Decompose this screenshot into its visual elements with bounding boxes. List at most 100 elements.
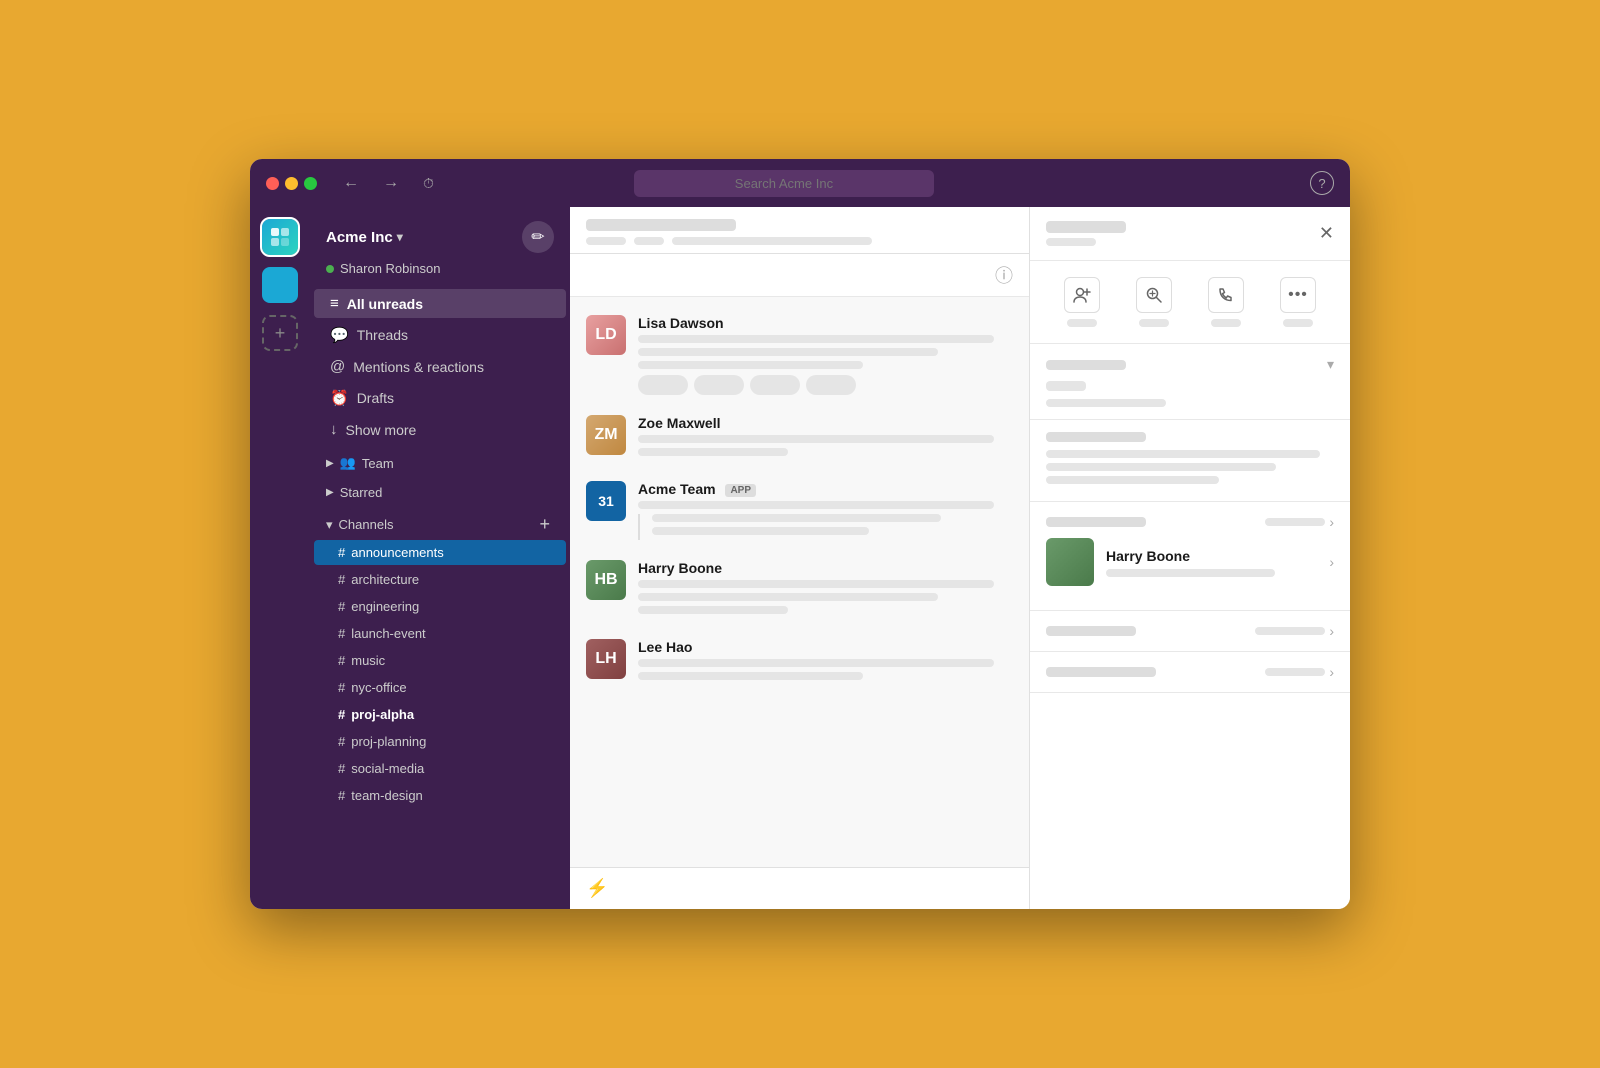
skeleton <box>1046 476 1219 484</box>
starred-label: Starred <box>340 485 383 500</box>
message-content-zoe: Zoe Maxwell <box>638 415 1013 461</box>
maximize-traffic-light[interactable] <box>304 177 317 190</box>
skeleton <box>1046 667 1156 677</box>
chevron-right-icon: › <box>1329 554 1334 570</box>
channel-hash-icon: # <box>338 572 345 587</box>
message-content-lee: Lee Hao <box>638 639 1013 685</box>
right-header-skeleton-2 <box>1046 238 1096 246</box>
channel-item-proj-planning[interactable]: # proj-planning <box>314 729 566 754</box>
message-composer: ⚡ <box>570 867 1029 909</box>
skeleton <box>1046 626 1136 636</box>
history-button[interactable]: ⏱ <box>417 171 440 196</box>
help-button[interactable]: ? <box>1310 171 1334 195</box>
skeleton <box>638 361 863 369</box>
nav-item-threads[interactable]: 💬 Threads <box>314 320 566 350</box>
nav-item-drafts[interactable]: ⏰ Drafts <box>314 383 566 413</box>
section-title-skeleton <box>1046 360 1126 370</box>
channel-subtitle-skeleton <box>586 237 1013 245</box>
avatar-acme-team: 31 <box>586 481 626 521</box>
channel-item-social-media[interactable]: # social-media <box>314 756 566 781</box>
skeleton <box>1106 569 1275 577</box>
show-more-label: Show more <box>346 422 417 438</box>
nav-item-all-unreads[interactable]: ≡ All unreads <box>314 289 566 318</box>
skeleton <box>638 580 994 588</box>
add-workspace-button[interactable]: + <box>262 315 298 351</box>
add-member-icon <box>1064 277 1100 313</box>
workspace-icon-secondary[interactable] <box>262 267 298 303</box>
mentions-label: Mentions & reactions <box>353 359 484 375</box>
message-name-lee: Lee Hao <box>638 639 1013 655</box>
right-section-3: › <box>1030 611 1350 652</box>
channel-item-music[interactable]: # music <box>314 648 566 673</box>
more-action[interactable]: ••• <box>1280 277 1316 327</box>
right-header-skeleton <box>1046 221 1126 233</box>
message-item-lee[interactable]: LH Lee Hao <box>570 629 1029 695</box>
workspace-icon-primary[interactable] <box>262 219 298 255</box>
add-channel-button[interactable]: + <box>535 514 554 535</box>
call-action[interactable] <box>1208 277 1244 327</box>
channel-item-team-design[interactable]: # team-design <box>314 783 566 808</box>
profile-avatar <box>1046 538 1094 586</box>
skeleton <box>638 501 994 509</box>
channel-item-announcements[interactable]: # announcements <box>314 540 566 565</box>
avatar-harry: HB <box>586 560 626 600</box>
middle-panel: ⓘ LD Lisa Dawson <box>570 207 1030 909</box>
more-icon: ••• <box>1280 277 1316 313</box>
app-window: ← → ⏱ ? + Acme Inc ▾ <box>250 159 1350 909</box>
channel-item-engineering[interactable]: # engineering <box>314 594 566 619</box>
info-icon[interactable]: ⓘ <box>995 262 1013 288</box>
subtitle-skeleton-3 <box>672 237 872 245</box>
skeleton <box>1046 399 1166 407</box>
message-item-lisa[interactable]: LD Lisa Dawson <box>570 305 1029 405</box>
workspace-name[interactable]: Acme Inc ▾ <box>326 229 403 246</box>
message-content-acme-team: Acme Team APP <box>638 481 1013 540</box>
message-item-zoe[interactable]: ZM Zoe Maxwell <box>570 405 1029 471</box>
show-more-icon: ↓ <box>330 421 338 438</box>
channels-collapse-btn[interactable]: ▾ Channels <box>326 517 393 533</box>
search-input[interactable] <box>634 170 934 197</box>
forward-button[interactable]: → <box>377 170 405 196</box>
channels-label: Channels <box>339 517 394 532</box>
message-name-acme-team: Acme Team APP <box>638 481 1013 497</box>
right-section-row-1[interactable]: ▾ <box>1046 356 1334 373</box>
chevron-right-icon: › <box>1329 514 1334 530</box>
message-item-acme-team[interactable]: 31 Acme Team APP <box>570 471 1029 550</box>
compose-button[interactable]: ✏ <box>522 221 554 253</box>
channel-item-architecture[interactable]: # architecture <box>314 567 566 592</box>
app-badge: APP <box>725 484 756 497</box>
channel-item-launch-event[interactable]: # launch-event <box>314 621 566 646</box>
channel-hash-icon: # <box>338 680 345 695</box>
lightning-icon[interactable]: ⚡ <box>586 878 608 899</box>
skeleton <box>638 672 863 680</box>
message-item-harry[interactable]: HB Harry Boone <box>570 550 1029 629</box>
search-action[interactable] <box>1136 277 1172 327</box>
add-member-action[interactable] <box>1064 277 1100 327</box>
channel-item-nyc-office[interactable]: # nyc-office <box>314 675 566 700</box>
channels-header: ▾ Channels + <box>310 504 570 539</box>
close-traffic-light[interactable] <box>266 177 279 190</box>
nav-item-show-more[interactable]: ↓ Show more <box>314 415 566 444</box>
search-icon <box>1136 277 1172 313</box>
section-team[interactable]: ▶ 👥 Team <box>310 445 570 475</box>
action-label-skeleton <box>1211 319 1241 327</box>
section-starred[interactable]: ▶ Starred <box>310 475 570 504</box>
team-label: Team <box>362 456 394 471</box>
minimize-traffic-light[interactable] <box>285 177 298 190</box>
skeleton <box>1265 668 1325 676</box>
chevron-right-icon: › <box>1329 623 1334 639</box>
back-button[interactable]: ← <box>337 170 365 196</box>
close-panel-button[interactable]: ✕ <box>1319 223 1334 244</box>
skeleton <box>652 514 941 522</box>
nav-item-mentions[interactable]: @ Mentions & reactions <box>314 352 566 381</box>
drafts-label: Drafts <box>357 390 394 406</box>
channel-item-proj-alpha[interactable]: # proj-alpha <box>314 702 566 727</box>
skeleton <box>1046 517 1146 527</box>
threads-label: Threads <box>357 327 408 343</box>
subtitle-skeleton-1 <box>586 237 626 245</box>
channel-hash-icon: # <box>338 626 345 641</box>
channel-team-design-label: team-design <box>351 788 423 803</box>
skeleton <box>638 435 994 443</box>
subtitle-skeleton-2 <box>634 237 664 245</box>
right-section-2 <box>1030 420 1350 502</box>
channel-launch-event-label: launch-event <box>351 626 425 641</box>
